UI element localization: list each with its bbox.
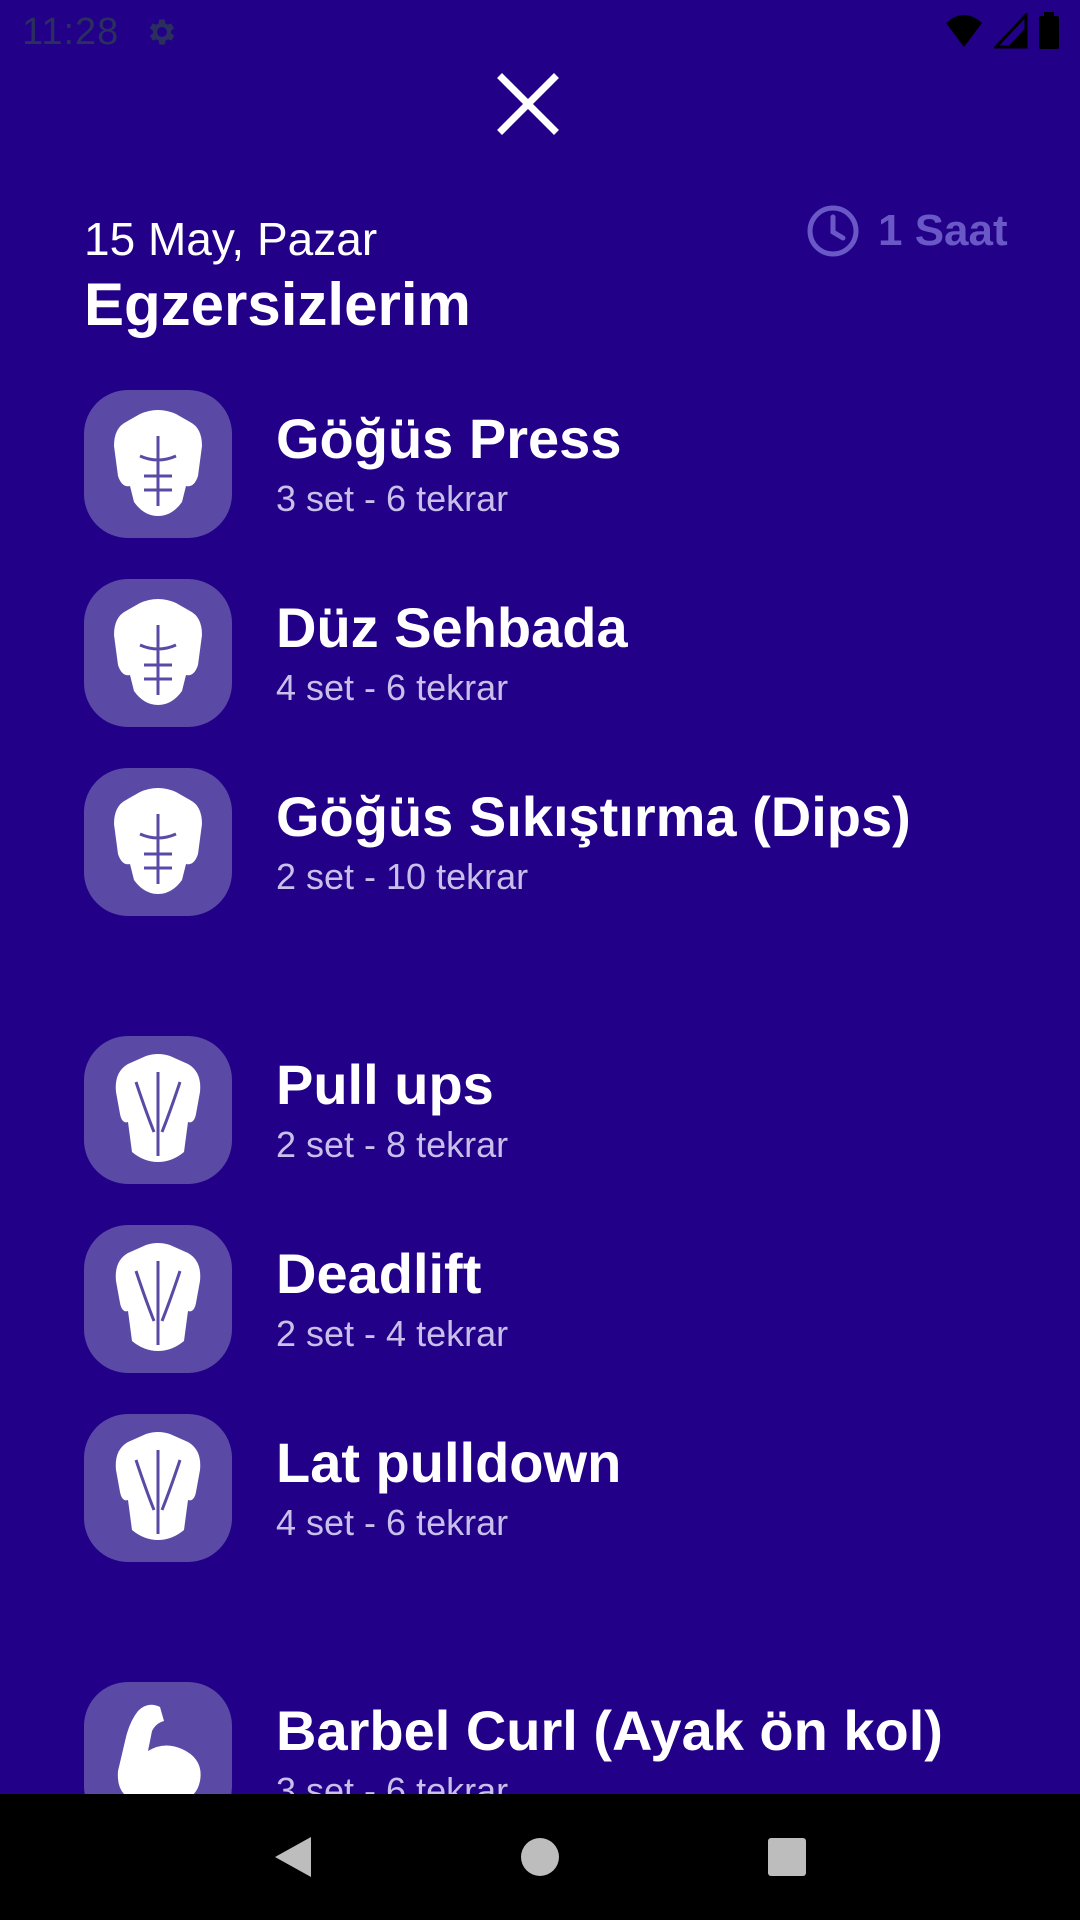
exercise-icon-tile <box>84 1414 232 1562</box>
nav-back-button[interactable] <box>253 1817 333 1897</box>
exercise-item[interactable]: Barbel Curl (Ayak ön kol) 3 set - 6 tekr… <box>84 1682 1034 1794</box>
exercise-name: Barbel Curl (Ayak ön kol) <box>276 1699 943 1763</box>
exercise-detail: 2 set - 4 tekrar <box>276 1312 509 1354</box>
nav-recents-button[interactable] <box>747 1817 827 1897</box>
exercise-icon-tile <box>84 390 232 538</box>
recents-icon <box>767 1838 806 1876</box>
exercise-item[interactable]: Göğüs Press 3 set - 6 tekrar <box>84 390 1034 538</box>
exercise-name: Düz Sehbada <box>276 596 628 660</box>
exercise-item[interactable]: Düz Sehbada 4 set - 6 tekrar <box>84 579 1034 727</box>
back-muscle-icon <box>115 1243 201 1351</box>
exercise-item[interactable]: Göğüs Sıkıştırma (Dips) 2 set - 10 tekra… <box>84 768 1034 916</box>
bicep-icon <box>117 1704 201 1794</box>
exercise-item[interactable]: Lat pulldown 4 set - 6 tekrar <box>84 1414 1034 1562</box>
exercise-name: Pull ups <box>276 1053 494 1117</box>
chest-muscle-icon <box>114 599 202 705</box>
nav-home-button[interactable] <box>500 1817 580 1897</box>
back-muscle-icon <box>115 1054 201 1162</box>
exercise-icon-tile <box>84 579 232 727</box>
exercise-icon-tile <box>84 1682 232 1794</box>
exercise-icon-tile <box>84 768 232 916</box>
exercise-name: Lat pulldown <box>276 1431 622 1495</box>
system-nav-bar <box>0 1794 1080 1920</box>
exercise-detail: 2 set - 8 tekrar <box>276 1123 509 1165</box>
back-icon <box>275 1837 312 1877</box>
exercise-item[interactable]: Pull ups 2 set - 8 tekrar <box>84 1036 1034 1184</box>
exercise-name: Göğüs Press <box>276 407 622 471</box>
exercise-name: Göğüs Sıkıştırma (Dips) <box>276 785 911 849</box>
exercise-list: Göğüs Press 3 set - 6 tekrar Düz Sehbada… <box>0 0 1080 1794</box>
exercise-icon-tile <box>84 1036 232 1184</box>
back-muscle-icon <box>115 1432 201 1540</box>
exercise-detail: 4 set - 6 tekrar <box>276 1501 509 1543</box>
exercise-detail: 3 set - 6 tekrar <box>276 1769 509 1794</box>
exercise-item[interactable]: Deadlift 2 set - 4 tekrar <box>84 1225 1034 1373</box>
exercise-name: Deadlift <box>276 1242 482 1306</box>
exercise-detail: 2 set - 10 tekrar <box>276 855 529 897</box>
exercise-detail: 4 set - 6 tekrar <box>276 666 509 708</box>
chest-muscle-icon <box>114 788 202 894</box>
exercise-detail: 3 set - 6 tekrar <box>276 477 509 519</box>
chest-muscle-icon <box>114 410 202 516</box>
exercise-icon-tile <box>84 1225 232 1373</box>
home-icon <box>520 1838 559 1876</box>
